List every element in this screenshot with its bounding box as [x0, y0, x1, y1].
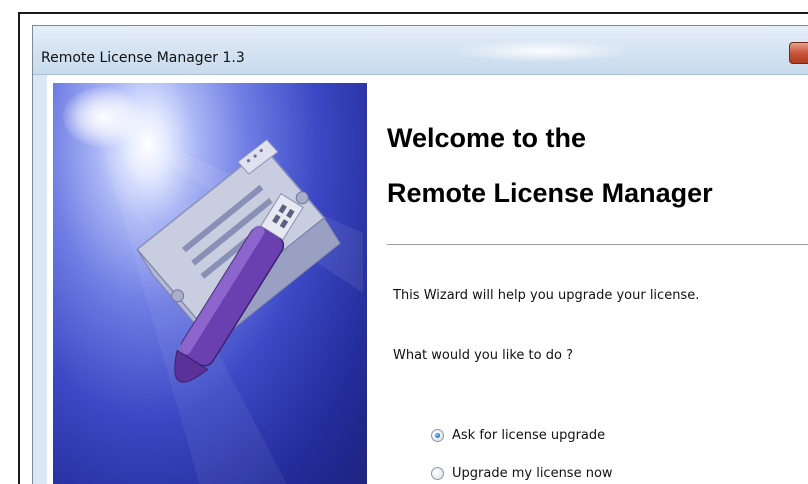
radio-selected-icon[interactable] [431, 428, 444, 442]
window-title: Remote License Manager 1.3 [41, 50, 245, 66]
usb-dongle-icon [93, 113, 363, 484]
title-bar[interactable]: Remote License Manager 1.3 [33, 26, 808, 75]
screenshot-frame: Remote License Manager 1.3 Welcome to th… [18, 12, 808, 484]
option-ask-upgrade[interactable]: Ask for license upgrade [431, 425, 605, 445]
section-divider [387, 244, 808, 246]
question-text: What would you like to do ? [393, 348, 573, 363]
welcome-heading-line1: Welcome to the [387, 123, 587, 153]
wizard-side-panel [47, 75, 373, 484]
option-ask-upgrade-label[interactable]: Ask for license upgrade [452, 428, 605, 443]
wizard-window: Remote License Manager 1.3 Welcome to th… [32, 25, 808, 484]
wizard-content: Welcome to the Remote License Manager Th… [373, 75, 808, 484]
close-button[interactable] [789, 42, 808, 64]
intro-text: This Wizard will help you upgrade your l… [393, 288, 700, 303]
title-bar-shine [453, 40, 633, 62]
welcome-heading-line2: Remote License Manager [387, 178, 713, 208]
option-upgrade-now[interactable]: Upgrade my license now [431, 463, 613, 483]
wizard-banner-image [53, 83, 367, 484]
radio-unselected-icon[interactable] [431, 466, 444, 480]
option-upgrade-now-label[interactable]: Upgrade my license now [452, 466, 613, 481]
